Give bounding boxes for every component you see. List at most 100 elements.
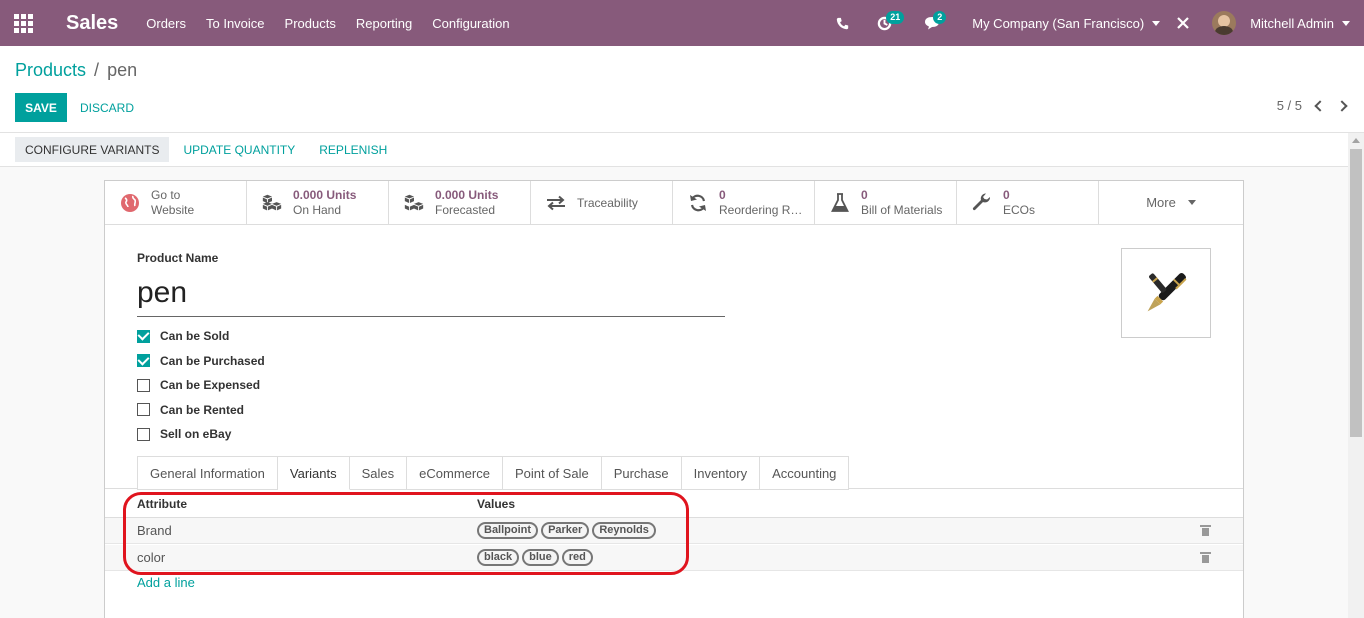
app-name[interactable]: Sales xyxy=(66,12,118,35)
chevron-left-icon[interactable] xyxy=(1314,99,1326,112)
tab-accounting[interactable]: Accounting xyxy=(760,456,850,490)
replenish-button[interactable]: REPLENISH xyxy=(309,137,397,162)
trash-icon[interactable] xyxy=(1200,552,1211,563)
form-sheet: Go to Website 0.000 Units On Hand 0.000 Un… xyxy=(104,180,1244,618)
tab-ecommerce[interactable]: eCommerce xyxy=(407,456,503,490)
menu-orders[interactable]: Orders xyxy=(146,16,186,31)
option-can-be-purchased[interactable]: Can be Purchased xyxy=(137,349,265,374)
reordering-rules-button[interactable]: 0 Reordering Rules xyxy=(673,181,815,224)
messages-badge: 2 xyxy=(933,11,947,24)
menu-products[interactable]: Products xyxy=(285,16,336,31)
product-options: Can be Sold Can be Purchased Can be Expe… xyxy=(137,324,265,447)
on-hand-button[interactable]: 0.000 Units On Hand xyxy=(247,181,389,224)
forecasted-button[interactable]: 0.000 Units Forecasted xyxy=(389,181,531,224)
tab-purchase[interactable]: Purchase xyxy=(601,456,682,490)
bom-label: Bill of Materials xyxy=(861,202,943,217)
update-quantity-button[interactable]: UPDATE QUANTITY xyxy=(173,137,305,162)
activity-icon[interactable]: 21 xyxy=(877,0,905,46)
more-button[interactable]: More xyxy=(1099,181,1243,224)
variants-table-header: Attribute Values xyxy=(105,491,1243,518)
form-statusbar: CONFIGURE VARIANTS UPDATE QUANTITY REPLE… xyxy=(15,137,397,162)
tab-point-of-sale[interactable]: Point of Sale xyxy=(502,456,602,490)
breadcrumb: Products / pen xyxy=(15,60,137,81)
top-navbar: Sales Orders To Invoice Products Reporti… xyxy=(0,0,1364,46)
checkbox-can-be-expensed[interactable] xyxy=(137,378,150,392)
attribute-cell: Brand xyxy=(137,523,172,538)
value-tag: Parker xyxy=(541,522,590,539)
chevron-down-icon xyxy=(1187,200,1196,205)
checkbox-can-be-purchased[interactable] xyxy=(137,354,150,368)
cubes-icon xyxy=(261,192,283,214)
tab-sales[interactable]: Sales xyxy=(349,456,408,490)
ecos-value: 0 xyxy=(1003,187,1010,202)
notebook-tabs: General Information Variants Sales eComm… xyxy=(137,456,850,490)
tab-inventory[interactable]: Inventory xyxy=(681,456,761,490)
apps-menu-icon[interactable] xyxy=(0,0,46,46)
option-can-be-rented[interactable]: Can be Rented xyxy=(137,398,265,423)
menu-to-invoice[interactable]: To Invoice xyxy=(206,16,265,31)
company-switcher[interactable]: My Company (San Francisco) xyxy=(972,15,1161,31)
divider xyxy=(0,132,1364,133)
bill-of-materials-button[interactable]: 0 Bill of Materials xyxy=(815,181,957,224)
product-name-input[interactable]: pen xyxy=(137,273,725,317)
option-can-be-sold[interactable]: Can be Sold xyxy=(137,324,265,349)
refresh-icon xyxy=(687,192,709,214)
add-a-line-link[interactable]: Add a line xyxy=(137,575,195,590)
breadcrumb-products[interactable]: Products xyxy=(15,60,86,81)
messages-icon[interactable]: 2 xyxy=(924,0,947,46)
menu-reporting[interactable]: Reporting xyxy=(356,16,412,31)
smart-buttons: Go to Website 0.000 Units On Hand 0.000 Un… xyxy=(105,181,1243,225)
discard-button[interactable]: DISCARD xyxy=(80,93,134,122)
values-cell: Ballpoint Parker Reynolds xyxy=(477,522,656,539)
option-sell-on-ebay[interactable]: Sell on eBay xyxy=(137,422,265,447)
on-hand-value: 0.000 Units xyxy=(293,187,357,202)
configure-variants-button[interactable]: CONFIGURE VARIANTS xyxy=(15,137,170,162)
debug-tools-icon[interactable] xyxy=(1176,0,1190,46)
product-image[interactable] xyxy=(1121,248,1211,338)
traceability-button[interactable]: Traceability xyxy=(531,181,673,224)
avatar xyxy=(1212,11,1237,35)
flask-icon xyxy=(829,192,851,214)
user-name: Mitchell Admin xyxy=(1250,15,1334,31)
column-attribute[interactable]: Attribute xyxy=(137,497,187,511)
checkbox-can-be-sold[interactable] xyxy=(137,329,150,343)
on-hand-label: On Hand xyxy=(293,202,342,217)
tab-general-information[interactable]: General Information xyxy=(137,456,278,490)
pager-value[interactable]: 5 / 5 xyxy=(1277,98,1302,113)
option-label: Can be Sold xyxy=(160,329,230,344)
scroll-up-icon[interactable] xyxy=(1352,138,1360,143)
phone-icon[interactable] xyxy=(836,0,849,46)
option-label: Sell on eBay xyxy=(160,427,232,442)
checkbox-sell-on-ebay[interactable] xyxy=(137,427,150,441)
reordering-label: Reordering Rules xyxy=(719,202,809,217)
trash-icon[interactable] xyxy=(1200,525,1211,536)
company-name: My Company (San Francisco) xyxy=(972,15,1145,31)
save-button[interactable]: SAVE xyxy=(15,93,67,122)
go-to-website-button[interactable]: Go to Website xyxy=(105,181,247,224)
pager: 5 / 5 xyxy=(1277,98,1348,113)
attribute-cell: color xyxy=(137,550,166,565)
globe-icon xyxy=(119,192,141,214)
column-values[interactable]: Values xyxy=(477,497,515,511)
table-row[interactable]: color black blue red xyxy=(105,545,1243,571)
scrollbar[interactable] xyxy=(1348,133,1364,618)
user-menu[interactable]: Mitchell Admin xyxy=(1212,11,1350,35)
ecos-button[interactable]: 0 ECOs xyxy=(957,181,1099,224)
forecasted-value: 0.000 Units xyxy=(435,187,499,202)
menu-configuration[interactable]: Configuration xyxy=(432,16,509,31)
option-label: Can be Purchased xyxy=(160,353,265,368)
tab-variants[interactable]: Variants xyxy=(277,456,350,490)
checkbox-can-be-rented[interactable] xyxy=(137,403,150,417)
traceability-label: Traceability xyxy=(577,195,638,210)
website-line1: Go to xyxy=(151,187,181,202)
option-can-be-expensed[interactable]: Can be Expensed xyxy=(137,373,265,398)
website-line2: Website xyxy=(151,202,195,217)
chevron-down-icon xyxy=(1342,20,1350,26)
scroll-thumb[interactable] xyxy=(1350,149,1362,437)
table-row[interactable]: Brand Ballpoint Parker Reynolds xyxy=(105,518,1243,544)
breadcrumb-separator: / xyxy=(94,60,100,80)
value-tag: blue xyxy=(522,549,559,566)
value-tag: black xyxy=(477,549,520,566)
chevron-right-icon[interactable] xyxy=(1336,99,1348,112)
chevron-down-icon xyxy=(1152,20,1161,26)
